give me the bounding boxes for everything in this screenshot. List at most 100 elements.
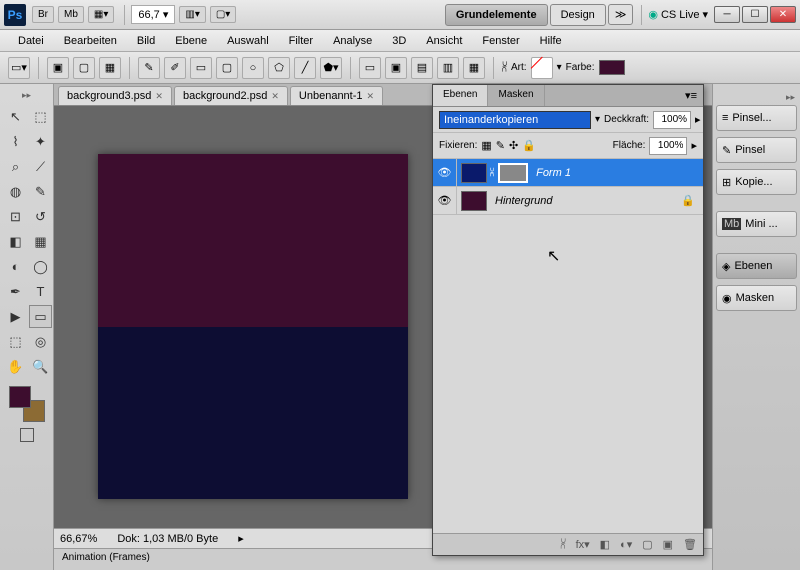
line-shape-button[interactable]: ╱: [294, 57, 316, 79]
path-select-tool[interactable]: ▶: [4, 305, 27, 328]
workspace-more-button[interactable]: ≫: [608, 4, 634, 25]
link-layers-button[interactable]: ⩈: [561, 538, 566, 551]
marquee-tool[interactable]: ⬚: [29, 105, 52, 128]
layer-name[interactable]: Form 1: [536, 167, 571, 179]
tool-preset-picker[interactable]: ▭▾: [8, 57, 30, 79]
rectangle-tool[interactable]: ▭: [29, 305, 52, 328]
style-picker[interactable]: [531, 57, 553, 79]
workspace-grundelemente[interactable]: Grundelemente: [445, 4, 548, 26]
opacity-slider-arrow[interactable]: ▸: [695, 113, 701, 126]
layer-mask-button[interactable]: ◧: [600, 538, 610, 551]
fill-pixels-button[interactable]: ▦: [99, 57, 121, 79]
menu-ansicht[interactable]: Ansicht: [416, 32, 472, 50]
dock-button-pinsel[interactable]: ✎Pinsel: [716, 137, 797, 163]
hand-tool[interactable]: ✋: [4, 355, 27, 378]
dock-button-ebenen[interactable]: ◈Ebenen: [716, 253, 797, 279]
window-maximize-button[interactable]: ☐: [742, 6, 768, 23]
layer-thumbnail[interactable]: [461, 191, 487, 211]
zoom-readout[interactable]: 66,67%: [60, 533, 97, 545]
menu-bearbeiten[interactable]: Bearbeiten: [54, 32, 127, 50]
brush-tool[interactable]: ✎: [29, 180, 52, 203]
panel-tab-masken[interactable]: Masken: [488, 85, 544, 106]
layer-list[interactable]: 👁 ⩈ Form 1 👁 Hintergrund 🔒: [433, 159, 703, 533]
cs-live-button[interactable]: ◉CS Live ▾: [648, 8, 708, 21]
delete-layer-button[interactable]: 🗑: [683, 538, 697, 551]
window-minimize-button[interactable]: ─: [714, 6, 740, 23]
lock-all-button[interactable]: 🔒: [522, 139, 536, 152]
clone-stamp-tool[interactable]: ⊡: [4, 205, 27, 228]
zoom-level-select[interactable]: 66,7 ▾: [131, 5, 175, 24]
vector-mask-link-icon[interactable]: ⩈: [490, 167, 494, 178]
layer-group-button[interactable]: ▢: [642, 538, 652, 551]
path-add-button[interactable]: ▣: [385, 57, 407, 79]
screen-mode-button[interactable]: ▢▾: [210, 6, 236, 23]
opacity-input[interactable]: [653, 111, 691, 129]
layer-row-form1[interactable]: 👁 ⩈ Form 1: [433, 159, 703, 187]
freeform-pen-button[interactable]: ✐: [164, 57, 186, 79]
lasso-tool[interactable]: ⌇: [4, 130, 27, 153]
vector-mask-thumbnail[interactable]: [498, 163, 528, 183]
menu-analyse[interactable]: Analyse: [323, 32, 382, 50]
history-brush-tool[interactable]: ↺: [29, 205, 52, 228]
foreground-color[interactable]: [9, 386, 31, 408]
blur-tool[interactable]: ◐: [4, 255, 27, 278]
visibility-toggle[interactable]: 👁: [433, 187, 457, 214]
menu-fenster[interactable]: Fenster: [472, 32, 529, 50]
menu-hilfe[interactable]: Hilfe: [530, 32, 572, 50]
dock-button-minibridge[interactable]: MbMini ...: [716, 211, 797, 237]
layer-thumbnail[interactable]: [461, 163, 487, 183]
3d-tool[interactable]: ⬚: [4, 330, 27, 353]
crop-tool[interactable]: ⌕: [4, 155, 27, 178]
fill-slider-arrow[interactable]: ▸: [691, 139, 697, 152]
layer-style-button[interactable]: fx▾: [576, 538, 590, 551]
menu-ebene[interactable]: Ebene: [165, 32, 217, 50]
layer-name[interactable]: Hintergrund: [495, 195, 552, 207]
layer-row-background[interactable]: 👁 Hintergrund 🔒: [433, 187, 703, 215]
menu-bild[interactable]: Bild: [127, 32, 165, 50]
menu-3d[interactable]: 3D: [382, 32, 416, 50]
lock-image-button[interactable]: ✎: [496, 139, 505, 152]
dock-button-pinsel-preset[interactable]: ≡Pinsel...: [716, 105, 797, 131]
path-intersect-button[interactable]: ▥: [437, 57, 459, 79]
healing-brush-tool[interactable]: ◍: [4, 180, 27, 203]
type-tool[interactable]: T: [29, 280, 52, 303]
view-extras-button[interactable]: ▦▾: [88, 6, 114, 23]
menu-datei[interactable]: Datei: [8, 32, 54, 50]
path-subtract-button[interactable]: ▤: [411, 57, 433, 79]
path-new-button[interactable]: ▭: [359, 57, 381, 79]
polygon-shape-button[interactable]: ⬠: [268, 57, 290, 79]
visibility-toggle[interactable]: 👁: [433, 159, 457, 186]
menu-filter[interactable]: Filter: [279, 32, 323, 50]
adjustment-layer-button[interactable]: ◐▾: [620, 538, 632, 551]
ellipse-shape-button[interactable]: ○: [242, 57, 264, 79]
rectangle-shape-button[interactable]: ▭: [190, 57, 212, 79]
arrange-documents-button[interactable]: ▥▾: [179, 6, 205, 23]
panel-tab-ebenen[interactable]: Ebenen: [433, 85, 488, 106]
close-icon[interactable]: ✕: [367, 91, 375, 102]
window-close-button[interactable]: ✕: [770, 6, 796, 23]
dock-button-masken[interactable]: ◉Masken: [716, 285, 797, 311]
zoom-tool[interactable]: 🔍: [29, 355, 52, 378]
workspace-design[interactable]: Design: [550, 4, 606, 26]
bridge-button[interactable]: Br: [32, 6, 54, 23]
minibridge-button[interactable]: Mb: [58, 6, 84, 23]
lock-position-button[interactable]: ✣: [509, 139, 518, 152]
path-exclude-button[interactable]: ▦: [463, 57, 485, 79]
color-picker[interactable]: [599, 60, 625, 75]
menu-auswahl[interactable]: Auswahl: [217, 32, 279, 50]
gradient-tool[interactable]: ▦: [29, 230, 52, 253]
pen-tool[interactable]: ✒: [4, 280, 27, 303]
close-icon[interactable]: ✕: [155, 91, 163, 102]
dock-button-kopie[interactable]: ⊞Kopie...: [716, 169, 797, 195]
rounded-rect-button[interactable]: ▢: [216, 57, 238, 79]
doc-tab-2[interactable]: Unbenannt-1✕: [290, 86, 383, 105]
3d-camera-tool[interactable]: ◎: [29, 330, 52, 353]
custom-shape-button[interactable]: ⬟▾: [320, 57, 342, 79]
new-layer-button[interactable]: ▣: [663, 538, 673, 551]
quick-select-tool[interactable]: ✦: [29, 130, 52, 153]
move-tool[interactable]: ↖: [4, 105, 27, 128]
paths-button[interactable]: ▢: [73, 57, 95, 79]
pen-mode-button[interactable]: ✎: [138, 57, 160, 79]
fill-input[interactable]: [649, 137, 687, 155]
color-swatches[interactable]: [9, 386, 45, 422]
